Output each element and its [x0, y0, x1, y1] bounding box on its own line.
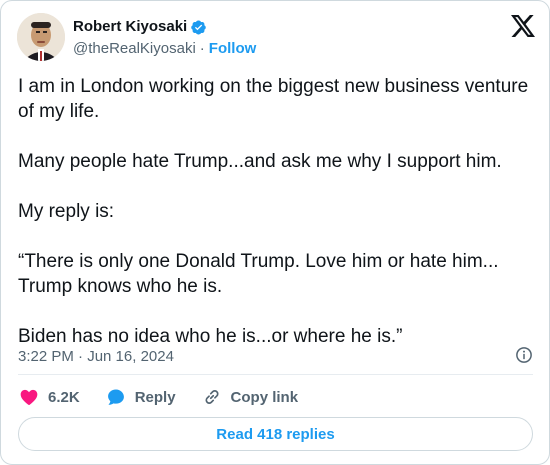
tweet-meta: 3:22 PM · Jun 16, 2024 [18, 345, 533, 367]
tweet-paragraph: My reply is: [18, 201, 115, 222]
verified-badge-icon [190, 19, 207, 36]
divider [18, 374, 533, 375]
tweet-timestamp[interactable]: 3:22 PM · Jun 16, 2024 [18, 348, 174, 365]
read-replies-label: Read 418 replies [216, 425, 335, 443]
avatar[interactable] [17, 13, 65, 61]
x-logo-icon[interactable] [511, 15, 535, 37]
reply-button[interactable]: Reply [106, 387, 176, 407]
author-handle[interactable]: @theRealKiyosaki [73, 39, 196, 59]
reply-bubble-icon [107, 389, 124, 405]
tweet-paragraph: I am in London working on the biggest ne… [18, 76, 529, 122]
author-display-name[interactable]: Robert Kiyosaki [73, 17, 187, 37]
copy-link-button[interactable]: Copy link [202, 387, 299, 407]
link-icon [205, 390, 219, 404]
tweet-paragraph: Many people hate Trump...and ask me why … [18, 151, 502, 172]
copy-link-label: Copy link [230, 388, 299, 406]
reply-label: Reply [134, 388, 176, 406]
info-icon[interactable] [515, 346, 533, 364]
author-names: Robert Kiyosaki @theRealKiyosaki · Follo… [73, 17, 256, 59]
heart-icon [20, 389, 38, 405]
likes-count: 6.2K [48, 388, 80, 406]
read-replies-button[interactable]: Read 418 replies [18, 417, 533, 451]
tweet-paragraph: “There is only one Donald Trump. Love hi… [18, 251, 499, 297]
tweet-header: Robert Kiyosaki @theRealKiyosaki · Follo… [17, 13, 535, 63]
separator-dot: · [199, 40, 205, 57]
follow-button[interactable]: Follow [209, 39, 257, 59]
tweet-text: I am in London working on the biggest ne… [18, 74, 534, 349]
tweet-actions: 6.2K Reply Copy link [19, 384, 324, 410]
tweet-card: Robert Kiyosaki @theRealKiyosaki · Follo… [0, 0, 550, 465]
like-button[interactable]: 6.2K [19, 387, 80, 407]
